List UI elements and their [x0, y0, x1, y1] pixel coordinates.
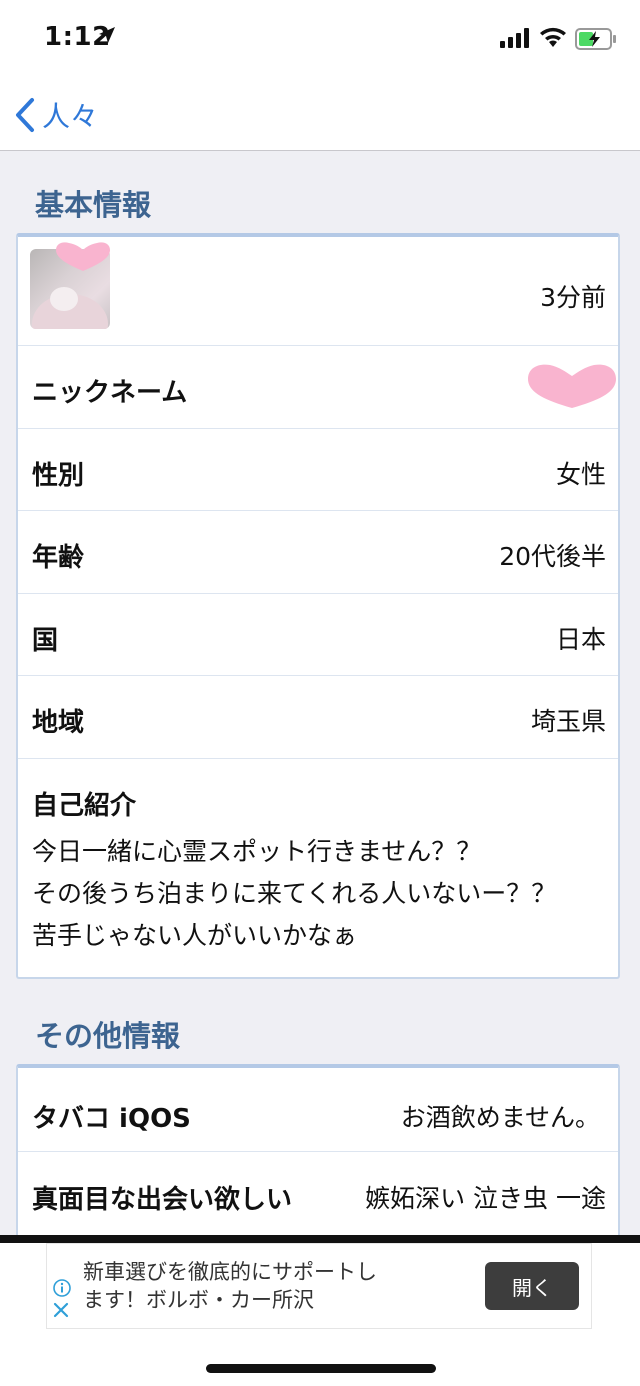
location-arrow-icon [99, 27, 115, 43]
heart-sticker [56, 242, 110, 271]
row-age: 年齢 20代後半 [18, 511, 618, 594]
heart-sticker [528, 364, 616, 408]
info-icon[interactable] [53, 1279, 71, 1297]
row-region: 地域 埼玉県 [18, 676, 618, 759]
back-button[interactable]: 人々 [14, 95, 98, 135]
row-other-2: 真面目な出会い欲しい 嫉妬深い 泣き虫 一途 [18, 1152, 618, 1236]
other-value-2: 嫉妬深い 泣き虫 一途 [365, 1184, 606, 1213]
wifi-icon [540, 27, 566, 47]
region-label: 地域 [32, 708, 85, 738]
country-value: 日本 [555, 625, 606, 654]
ad-text: 新車選びを徹底的にサポートし ます！ボルボ・カー所沢 [83, 1260, 377, 1312]
self-intro-text: 今日一緒に心霊スポット行きません？？ その後うち泊まりに来てくれる人いないー？？… [32, 837, 557, 950]
navigation-bar: 人々 [0, 78, 640, 151]
status-bar: 1:12 [0, 0, 640, 78]
row-gender: 性別 女性 [18, 429, 618, 511]
row-country: 国 日本 [18, 594, 618, 676]
self-intro-label: 自己紹介 [32, 791, 137, 821]
row-nickname: ニックネーム [18, 346, 618, 429]
battery-charging-icon [575, 28, 616, 50]
row-self-intro: 自己紹介 今日一緒に心霊スポット行きません？？ その後うち泊まりに来てくれる人い… [18, 759, 618, 977]
ad-area: 新車選びを徹底的にサポートし ます！ボルボ・カー所沢 開く [0, 1243, 640, 1386]
gender-value: 女性 [555, 460, 606, 489]
age-value: 20代後半 [499, 542, 606, 571]
profile-photo-row: 3分前 [18, 237, 618, 346]
other-info-card: タバコ iQOS お酒飲めません。 真面目な出会い欲しい 嫉妬深い 泣き虫 一途 [16, 1064, 620, 1264]
other-label-1: タバコ iQOS [32, 1104, 191, 1134]
row-other-1: タバコ iQOS お酒飲めません。 [18, 1068, 618, 1152]
ad-banner[interactable]: 新車選びを徹底的にサポートし ます！ボルボ・カー所沢 開く [46, 1243, 592, 1329]
basic-info-card: 3分前 ニックネーム 性別 女性 年齢 20代後半 国 日本 地域 埼玉県 自己… [16, 233, 620, 979]
ad-open-button[interactable]: 開く [485, 1262, 579, 1310]
close-icon[interactable] [53, 1302, 69, 1318]
section-title-other: その他情報 [35, 1019, 181, 1053]
country-label: 国 [32, 626, 59, 656]
nickname-label: ニックネーム [32, 378, 188, 408]
section-title-basic: 基本情報 [35, 188, 152, 222]
home-indicator[interactable] [206, 1364, 436, 1373]
age-label: 年齢 [32, 543, 85, 573]
other-value-1: お酒飲めません。 [400, 1103, 600, 1132]
region-value: 埼玉県 [530, 707, 606, 736]
other-label-2: 真面目な出会い欲しい [32, 1185, 293, 1215]
gender-label: 性別 [32, 461, 85, 491]
ad-divider [0, 1235, 640, 1243]
last-seen: 3分前 [540, 283, 606, 312]
back-label: 人々 [42, 100, 99, 133]
chevron-left-icon [16, 98, 34, 132]
signal-icon [500, 28, 529, 48]
